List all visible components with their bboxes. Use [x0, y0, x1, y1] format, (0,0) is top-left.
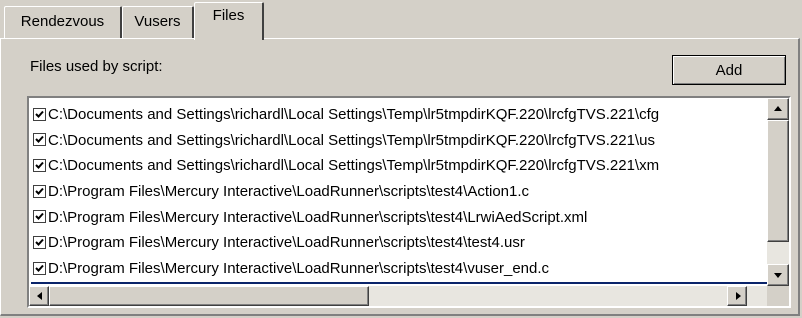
tab-vusers[interactable]: Vusers	[122, 6, 194, 38]
tab-rendezvous[interactable]: Rendezvous	[4, 6, 122, 38]
horizontal-scroll-thumb[interactable]	[49, 286, 369, 306]
checkmark-icon	[35, 238, 44, 246]
left-arrow-icon	[37, 292, 42, 300]
up-arrow-icon	[774, 106, 782, 111]
selection-indicator	[31, 282, 787, 284]
scrollbar-corner	[767, 286, 789, 306]
file-path: C:\Documents and Settings\richardl\Local…	[48, 131, 655, 149]
file-checkbox[interactable]	[33, 158, 46, 172]
add-button[interactable]: Add	[672, 55, 786, 85]
file-checkbox[interactable]	[33, 184, 46, 198]
checkmark-icon	[35, 136, 44, 144]
file-path: D:\Program Files\Mercury Interactive\Loa…	[48, 234, 525, 252]
vertical-scrollbar[interactable]	[767, 98, 789, 286]
vertical-scroll-thumb[interactable]	[767, 120, 789, 242]
file-checkbox[interactable]	[33, 107, 46, 121]
list-item[interactable]: C:\Documents and Settings\richardl\Local…	[31, 153, 763, 179]
list-item[interactable]: D:\Program Files\Mercury Interactive\Loa…	[31, 230, 763, 256]
file-checkbox[interactable]	[33, 133, 46, 147]
file-path: C:\Documents and Settings\richardl\Local…	[48, 157, 660, 175]
file-checkbox[interactable]	[33, 235, 46, 249]
tab-label: Files	[212, 7, 245, 24]
list-item[interactable]: D:\Program Files\Mercury Interactive\Loa…	[31, 205, 763, 231]
horizontal-scrollbar[interactable]	[29, 286, 767, 306]
tab-strip: Rendezvous Vusers Files	[0, 0, 802, 40]
file-checkbox[interactable]	[33, 210, 46, 224]
list-item[interactable]: D:\Program Files\Mercury Interactive\Loa…	[31, 256, 763, 282]
file-path: C:\Documents and Settings\richardl\Local…	[48, 106, 660, 124]
down-arrow-icon	[774, 273, 782, 278]
file-path: D:\Program Files\Mercury Interactive\Loa…	[48, 208, 588, 226]
file-path: D:\Program Files\Mercury Interactive\Loa…	[48, 260, 550, 278]
scroll-right-button[interactable]	[727, 286, 747, 306]
checkmark-icon	[35, 187, 44, 195]
list-item[interactable]: D:\Program Files\Mercury Interactive\Loa…	[31, 179, 763, 205]
checkmark-icon	[35, 110, 44, 118]
scroll-up-button[interactable]	[767, 98, 789, 120]
file-checkbox[interactable]	[33, 261, 46, 275]
tab-label: Vusers	[134, 13, 181, 30]
tab-files[interactable]: Files	[194, 2, 264, 40]
checkmark-icon	[35, 161, 44, 169]
right-arrow-icon	[736, 292, 741, 300]
file-path: D:\Program Files\Mercury Interactive\Loa…	[48, 183, 530, 201]
tab-label: Rendezvous	[20, 13, 105, 30]
checkmark-icon	[35, 264, 44, 272]
list-item[interactable]: C:\Documents and Settings\richardl\Local…	[31, 102, 763, 128]
files-section-label: Files used by script:	[30, 58, 163, 75]
file-listbox[interactable]: C:\Documents and Settings\richardl\Local…	[27, 96, 791, 308]
file-list: C:\Documents and Settings\richardl\Local…	[31, 102, 763, 282]
list-item[interactable]: C:\Documents and Settings\richardl\Local…	[31, 128, 763, 154]
scroll-left-button[interactable]	[29, 286, 49, 306]
checkmark-icon	[35, 213, 44, 221]
scroll-down-button[interactable]	[767, 264, 789, 286]
